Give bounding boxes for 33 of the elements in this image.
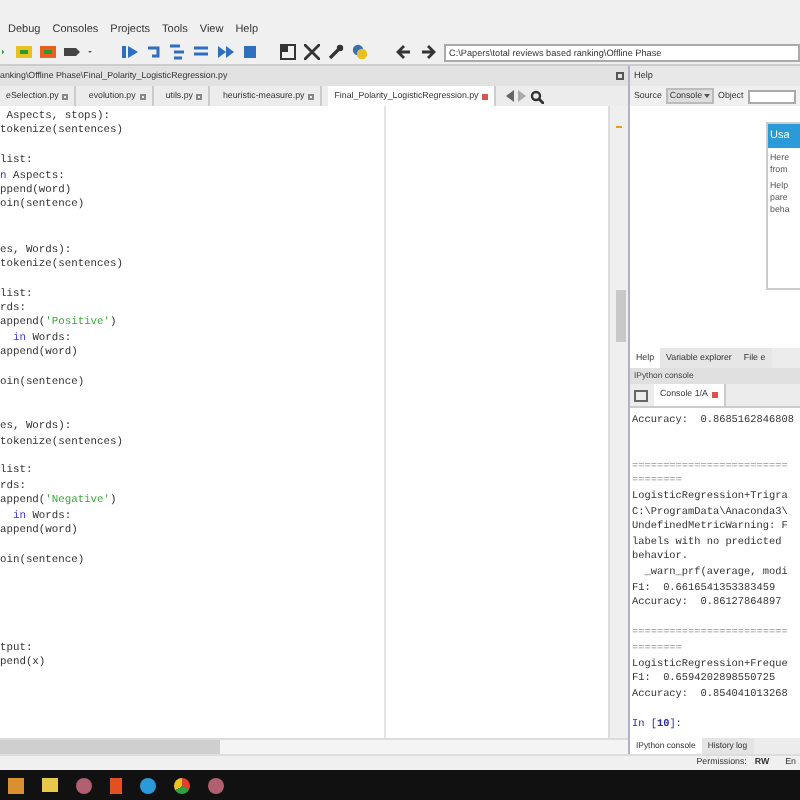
step-icon[interactable] — [146, 44, 163, 60]
app-icon[interactable] — [8, 777, 24, 793]
stop-icon[interactable] — [242, 44, 259, 60]
run-selection-icon[interactable] — [64, 44, 80, 60]
close-icon[interactable] — [62, 93, 69, 99]
caret-icon — [704, 93, 711, 98]
close-icon[interactable] — [482, 93, 489, 99]
step-return-icon[interactable] — [194, 44, 211, 60]
forward-arrow-icon[interactable] — [419, 44, 436, 60]
warning-marker — [616, 126, 622, 128]
object-field[interactable] — [747, 89, 796, 103]
close-icon[interactable] — [308, 93, 315, 99]
undock-icon[interactable] — [616, 72, 624, 80]
continue-icon[interactable] — [218, 44, 235, 60]
close-icon[interactable] — [711, 392, 718, 398]
wrench-icon[interactable] — [328, 44, 345, 60]
back-arrow-icon[interactable] — [395, 44, 412, 60]
run-cell-advance-icon[interactable] — [40, 44, 56, 60]
scroll-thumb[interactable] — [616, 290, 626, 342]
maximize-icon[interactable] — [280, 44, 297, 60]
python-icon[interactable] — [352, 44, 369, 60]
scrollbar[interactable] — [608, 106, 628, 738]
close-icon[interactable] — [196, 93, 203, 99]
browser-icon[interactable] — [174, 777, 190, 793]
app-icon[interactable] — [110, 777, 122, 793]
run-cell-icon[interactable] — [16, 44, 32, 60]
close-icon[interactable] — [139, 93, 146, 99]
tab-left-icon[interactable] — [506, 90, 515, 102]
horizontal-scrollbar[interactable] — [0, 738, 628, 754]
scroll-thumb[interactable] — [0, 740, 220, 754]
step-into-icon[interactable] — [170, 44, 187, 60]
search-icon[interactable] — [530, 89, 545, 103]
debug-icon[interactable] — [122, 44, 139, 60]
